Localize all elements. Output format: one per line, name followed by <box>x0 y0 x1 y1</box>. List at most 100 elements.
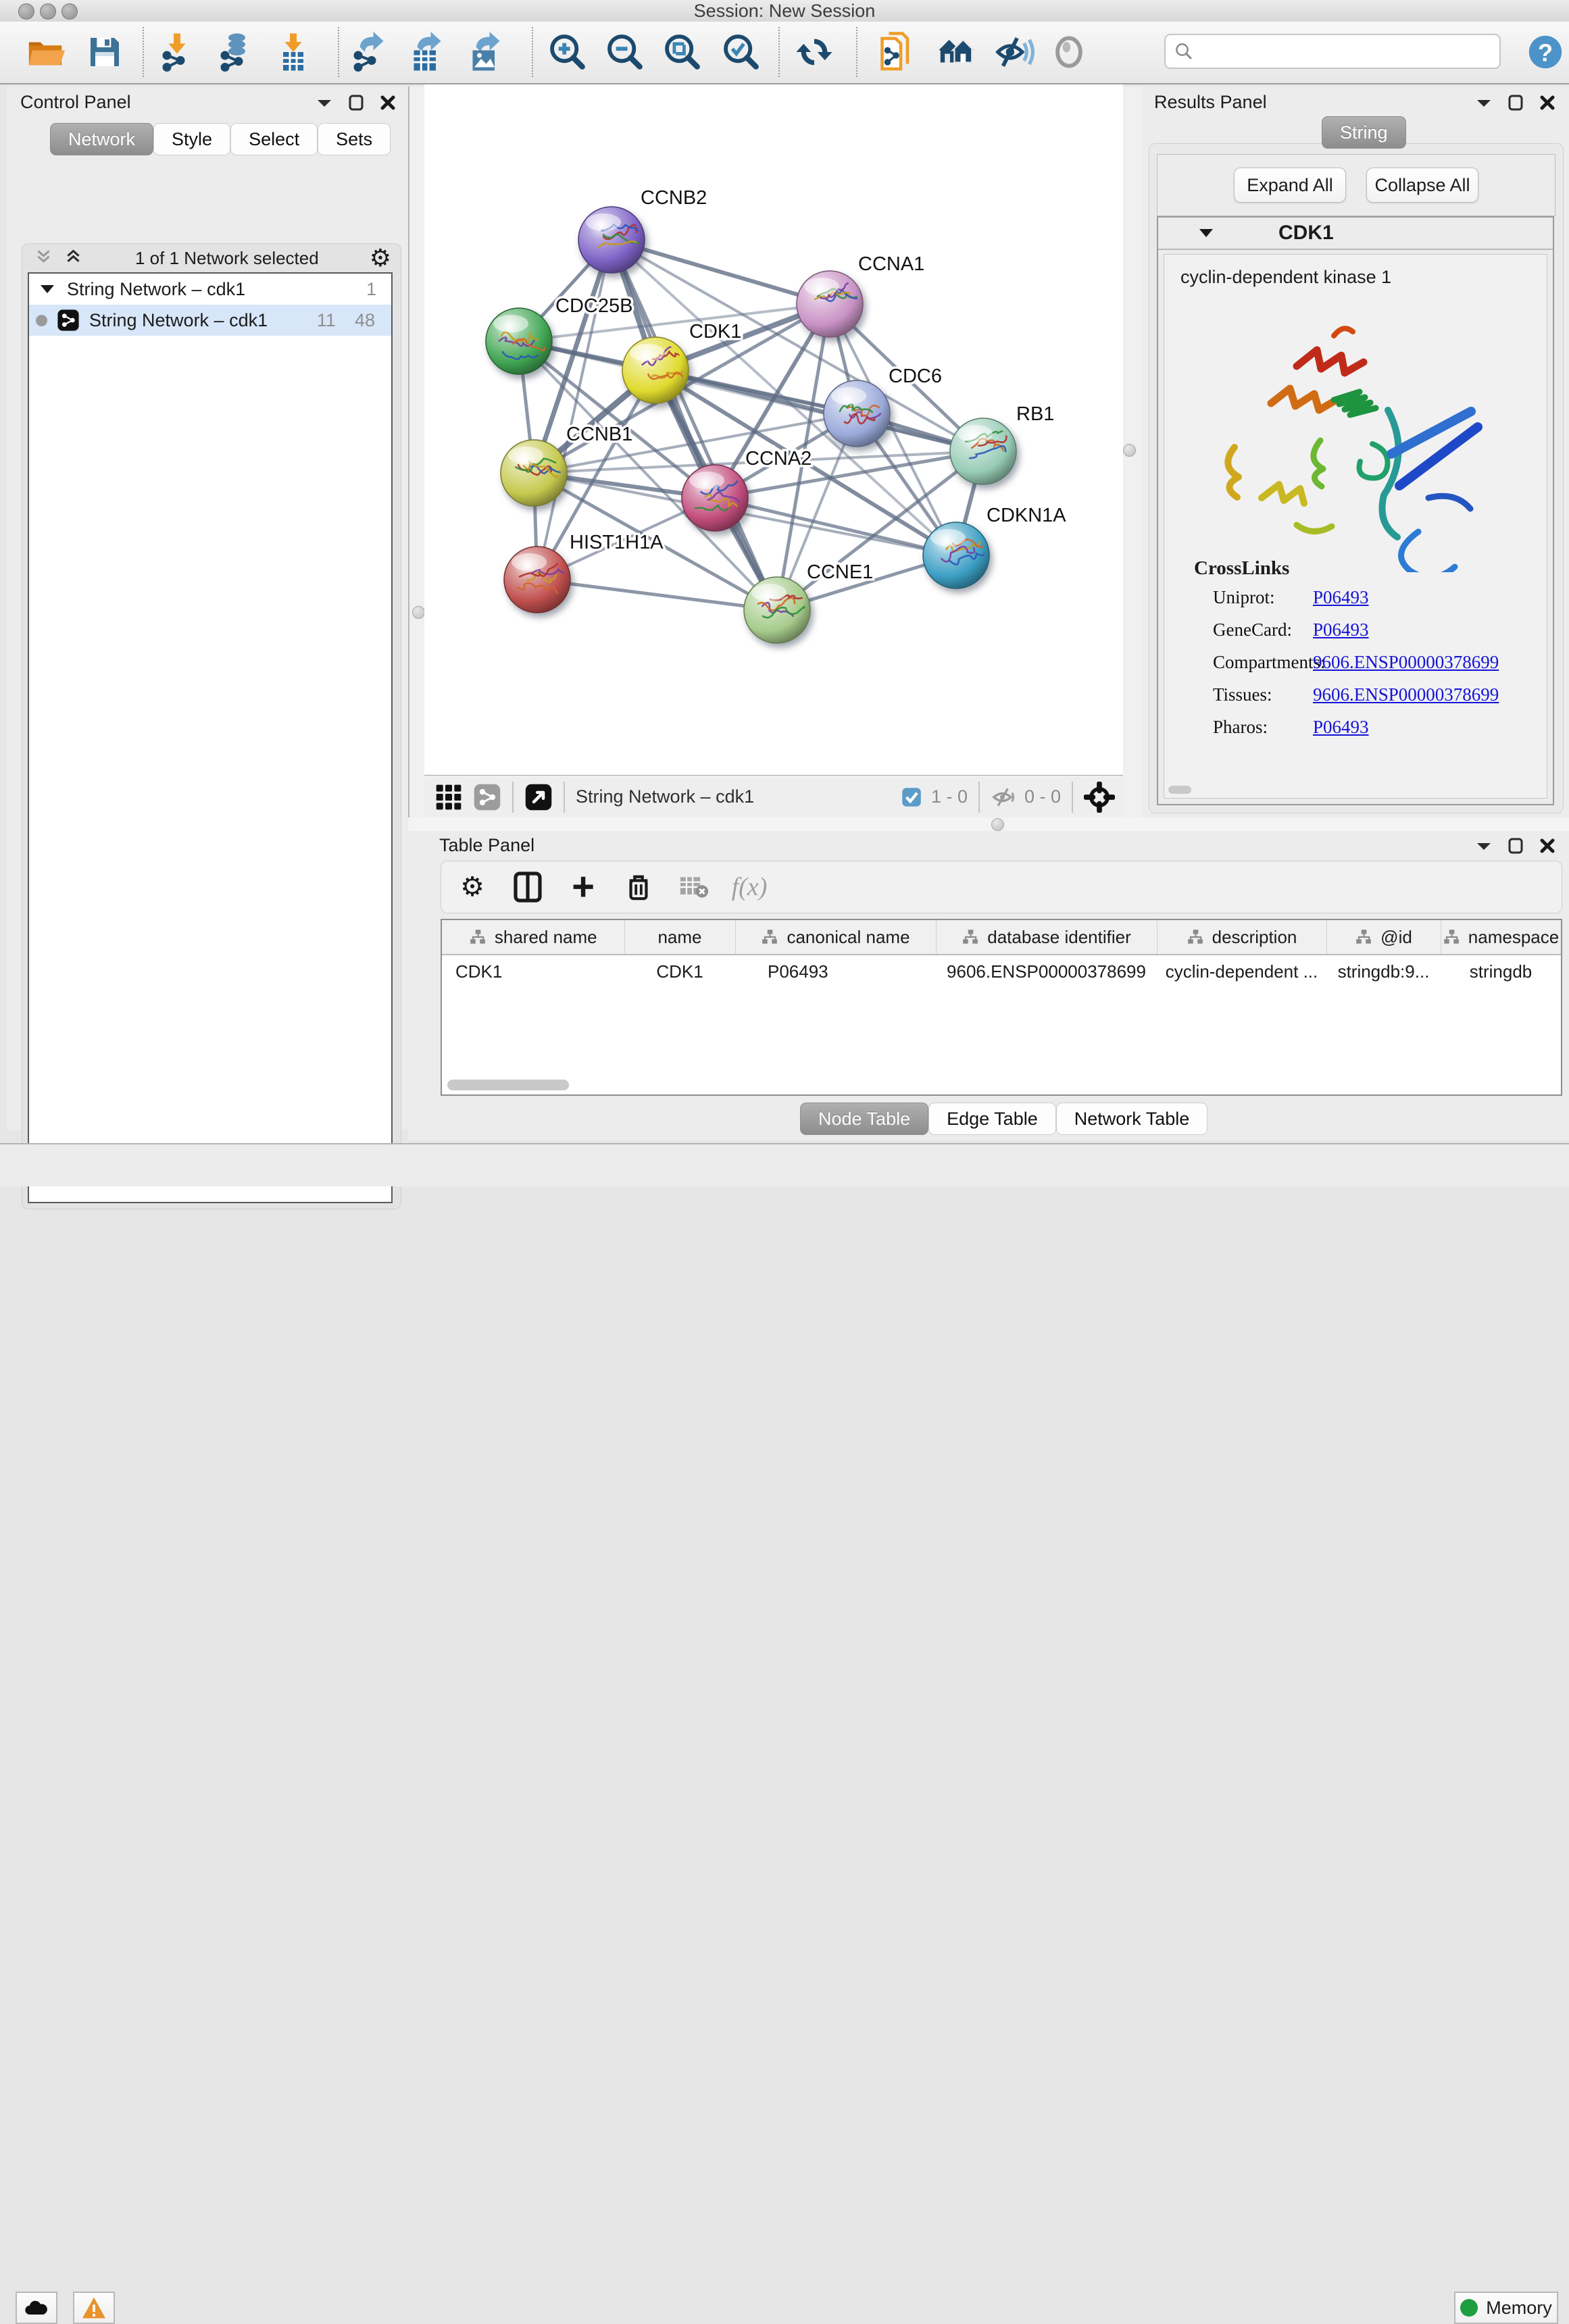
network-canvas[interactable]: CCNB2CCNA1CDC25BCDK1CDC6RB1CCNB1CCNA2CDK… <box>424 84 1123 775</box>
delete-column-icon[interactable] <box>620 868 657 906</box>
node-CDC6[interactable] <box>824 380 890 447</box>
network-graph[interactable]: CCNB2CCNA1CDC25BCDK1CDC6RB1CCNB1CCNA2CDK… <box>424 84 1123 775</box>
panel-float-icon[interactable] <box>349 95 364 111</box>
entry-header[interactable]: CDK1 <box>1158 218 1553 250</box>
node-HIST1H1A[interactable] <box>504 547 571 613</box>
show-columns-icon[interactable] <box>509 868 547 906</box>
grid-view-icon[interactable] <box>435 784 462 811</box>
node-CCNA1[interactable] <box>797 271 863 337</box>
help-button[interactable]: ? <box>1523 30 1568 74</box>
memory-button[interactable]: Memory <box>1454 2292 1558 2324</box>
table-hscrollbar-thumb[interactable] <box>447 1080 569 1090</box>
panel-menu-icon[interactable] <box>1476 840 1492 851</box>
edge-CCNB2-HIST1H1A[interactable] <box>537 240 612 580</box>
crosslink-link[interactable]: 9606.ENSP00000378699 <box>1313 684 1499 705</box>
column-header-database-identifier[interactable]: database identifier <box>936 920 1157 955</box>
node-CDK1[interactable] <box>622 337 689 403</box>
node-RB1[interactable] <box>950 418 1016 484</box>
cell-id[interactable]: stringdb:9... <box>1326 955 1441 988</box>
export-network-button[interactable] <box>346 30 391 74</box>
copy-network-button[interactable] <box>875 30 920 74</box>
first-neighbors-button[interactable] <box>934 30 978 74</box>
entry-scrollbar-thumb[interactable] <box>1168 786 1191 794</box>
function-builder-icon[interactable]: f(x) <box>730 868 768 906</box>
crosslink-link[interactable]: P06493 <box>1313 587 1369 608</box>
panel-float-icon[interactable] <box>1508 838 1523 854</box>
column-header-id[interactable]: @id <box>1326 920 1441 955</box>
column-header-name[interactable]: name <box>624 920 735 955</box>
warnings-button[interactable] <box>73 2292 115 2324</box>
zoom-selected-button[interactable] <box>719 30 764 74</box>
export-image-button[interactable] <box>462 30 507 74</box>
network-options-gear-icon[interactable]: ⚙ <box>370 244 391 272</box>
show-all-button[interactable] <box>1047 30 1091 74</box>
tab-network[interactable]: Network <box>50 123 153 155</box>
cell-database-identifier[interactable]: 9606.ENSP00000378699 <box>936 955 1157 988</box>
cell-description[interactable]: cyclin-dependent ... <box>1157 955 1326 988</box>
crosslink-link[interactable]: P06493 <box>1313 717 1369 738</box>
edge-CCNB2-CCNA1[interactable] <box>612 240 830 304</box>
right-splitter-handle[interactable] <box>1123 444 1136 457</box>
cloud-status-button[interactable] <box>16 2292 57 2324</box>
panel-close-icon[interactable] <box>1539 838 1555 854</box>
crosslink-link[interactable]: P06493 <box>1313 620 1369 640</box>
node-CCNB1[interactable] <box>501 440 567 506</box>
crosshair-icon[interactable] <box>1084 782 1115 813</box>
add-column-icon[interactable]: + <box>564 868 602 906</box>
birdseye-view-icon[interactable] <box>524 783 553 811</box>
column-header-canonical-name[interactable]: canonical name <box>735 920 936 955</box>
column-header-shared-name[interactable]: shared name <box>442 920 624 955</box>
horizontal-splitter-handle[interactable] <box>991 818 1004 831</box>
tab-network-table[interactable]: Network Table <box>1056 1103 1208 1135</box>
import-table-file-button[interactable] <box>271 30 316 74</box>
entry-expander-icon[interactable] <box>1199 228 1214 238</box>
hide-selected-button[interactable] <box>991 30 1036 74</box>
expand-all-icon[interactable] <box>64 248 84 268</box>
node-CCNA2[interactable] <box>682 465 748 531</box>
panel-close-icon[interactable] <box>1539 95 1555 111</box>
tab-style[interactable]: Style <box>153 123 230 155</box>
cell-name[interactable]: CDK1 <box>624 955 735 988</box>
import-network-file-button[interactable] <box>155 30 199 74</box>
selected-checkbox-icon[interactable] <box>901 787 922 807</box>
left-splitter-handle[interactable] <box>412 606 425 619</box>
export-table-button[interactable] <box>403 30 448 74</box>
node-CDC25B[interactable] <box>486 308 552 374</box>
network-collection-row[interactable]: String Network – cdk1 1 <box>29 274 391 305</box>
panel-close-icon[interactable] <box>380 95 396 111</box>
node-CDKN1A[interactable] <box>923 522 993 588</box>
tab-select[interactable]: Select <box>230 123 318 155</box>
tree-expander-icon[interactable] <box>40 284 55 295</box>
column-header-namespace[interactable]: namespace <box>1441 920 1561 955</box>
import-network-from-database-button[interactable] <box>213 30 257 74</box>
horizontal-splitter[interactable] <box>408 817 1569 831</box>
zoom-out-button[interactable] <box>603 30 647 74</box>
left-splitter[interactable] <box>408 86 426 817</box>
tab-sets[interactable]: Sets <box>318 123 391 155</box>
table-row[interactable]: CDK1 CDK1 P06493 9606.ENSP00000378699 cy… <box>442 955 1561 988</box>
zoom-fit-button[interactable] <box>660 30 705 74</box>
search-field[interactable] <box>1164 34 1501 69</box>
panel-float-icon[interactable] <box>1508 95 1523 111</box>
collapse-all-button[interactable]: Collapse All <box>1366 168 1478 203</box>
zoom-in-button[interactable] <box>545 30 590 74</box>
open-session-button[interactable] <box>23 30 68 74</box>
edge-CCNB2-CCNE1[interactable] <box>612 240 777 610</box>
cell-shared-name[interactable]: CDK1 <box>442 955 624 988</box>
tab-edge-table[interactable]: Edge Table <box>928 1103 1056 1135</box>
edge-HIST1H1A-CCNE1[interactable] <box>537 580 777 610</box>
node-CCNE1[interactable] <box>744 577 810 643</box>
network-row-selected[interactable]: String Network – cdk1 11 48 <box>29 305 391 336</box>
delete-table-icon[interactable] <box>675 868 713 906</box>
column-header-description[interactable]: description <box>1157 920 1326 955</box>
refresh-view-button[interactable] <box>792 30 837 74</box>
search-input[interactable] <box>1194 41 1499 63</box>
tab-string[interactable]: String <box>1322 116 1406 149</box>
panel-menu-icon[interactable] <box>316 97 332 108</box>
save-session-button[interactable] <box>82 30 127 74</box>
expand-all-button[interactable]: Expand All <box>1234 168 1346 203</box>
panel-menu-icon[interactable] <box>1476 97 1492 108</box>
crosslink-link[interactable]: 9606.ENSP00000378699 <box>1313 652 1499 673</box>
cell-canonical-name[interactable]: P06493 <box>735 955 936 988</box>
collapse-all-icon[interactable] <box>34 248 55 268</box>
